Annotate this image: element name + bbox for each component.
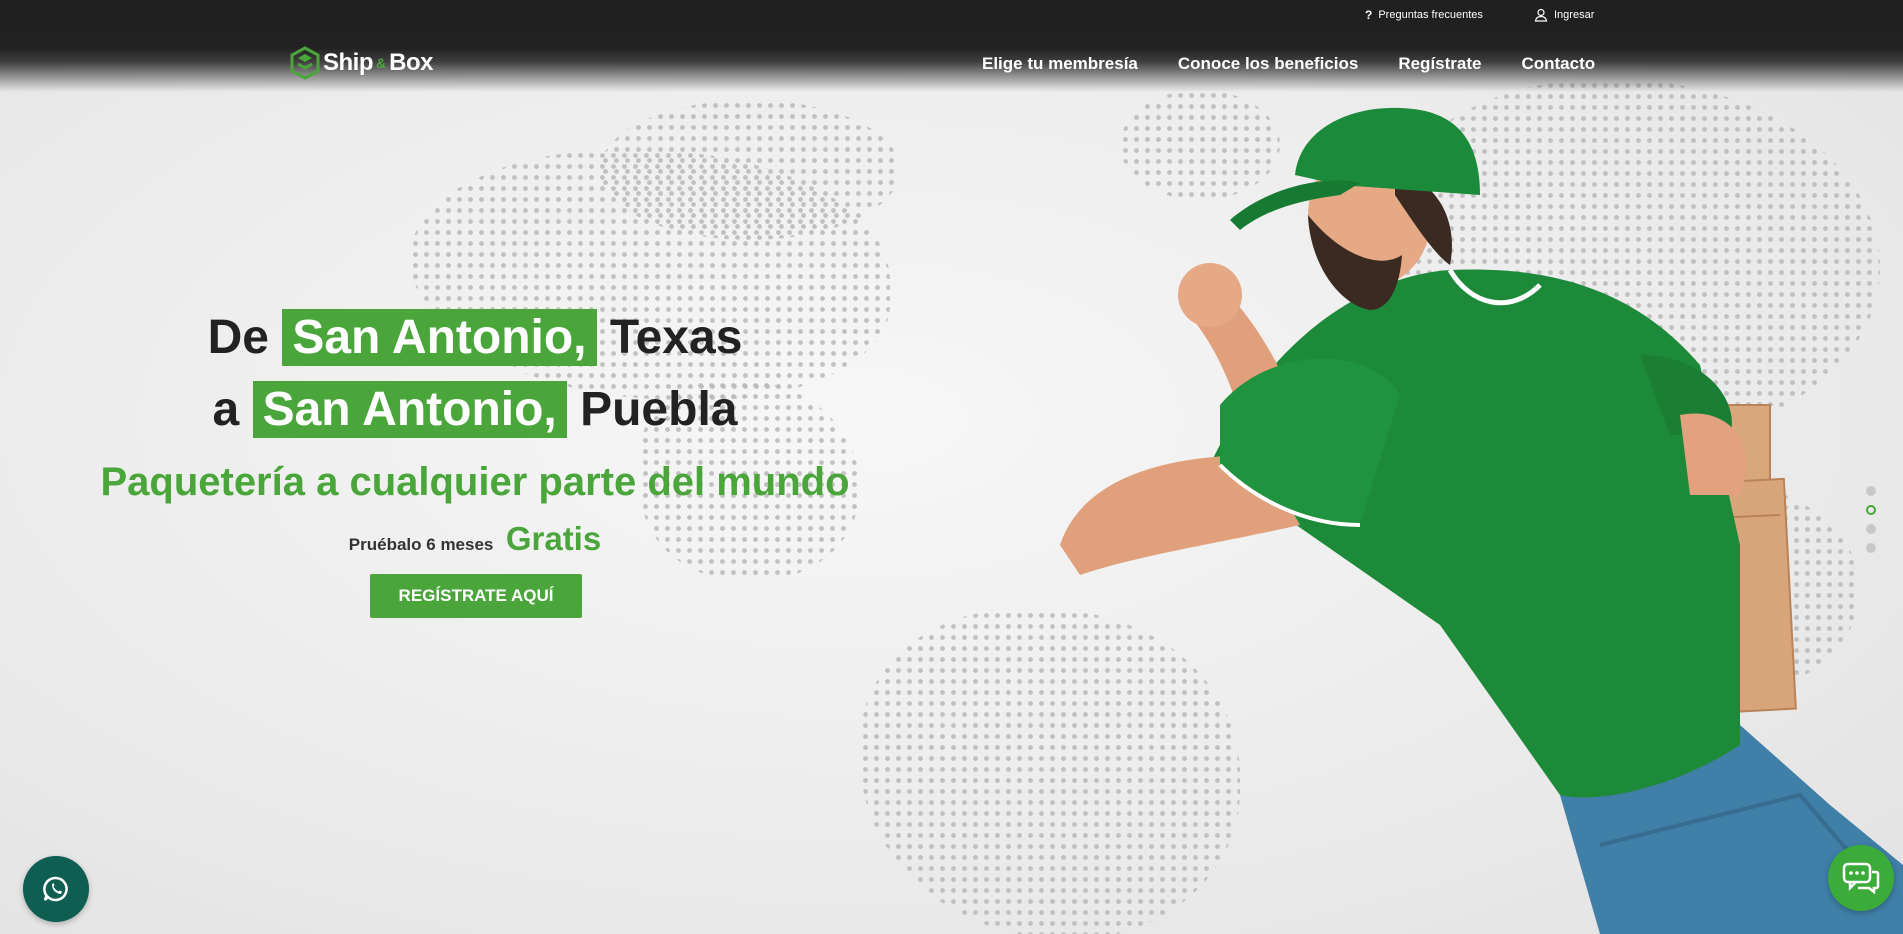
hero-section: De San Antonio, Texas a San Antonio, Pue… [0, 0, 1903, 934]
logo-text-ship: Ship [323, 49, 374, 76]
nav-item-contact[interactable]: Contacto [1521, 54, 1595, 74]
headline-1-pre: De [207, 311, 269, 364]
faq-link[interactable]: ? Preguntas frecuentes [1365, 8, 1483, 22]
whatsapp-button[interactable] [23, 856, 89, 922]
headline-2-highlight: San Antonio, [252, 381, 567, 438]
slider-dot-4[interactable] [1866, 543, 1876, 553]
trial-free-text: Gratis [505, 520, 602, 557]
nav-item-membership[interactable]: Elige tu membresía [982, 54, 1138, 74]
main-nav: Elige tu membresía Conoce los beneficios… [982, 54, 1595, 74]
chat-icon [1842, 862, 1880, 894]
slider-dot-3[interactable] [1866, 524, 1876, 534]
top-bar: ? Preguntas frecuentes Ingresar [0, 0, 1903, 92]
user-icon [1534, 8, 1548, 22]
headline-1-post: Texas [609, 311, 743, 364]
shipbox-logo[interactable]: Ship & Box [290, 46, 433, 80]
courier-illustration [1060, 107, 1903, 934]
hero-tagline: Paquetería a cualquier parte del mundo [100, 460, 850, 504]
slider-dot-1[interactable] [1866, 486, 1876, 496]
logo-text-box: Box [389, 49, 433, 76]
register-cta-button[interactable]: REGÍSTRATE AQUÍ [370, 574, 582, 618]
question-icon: ? [1365, 8, 1373, 22]
nav-item-register[interactable]: Regístrate [1398, 54, 1481, 74]
slider-pagination [1866, 486, 1876, 553]
faq-label: Preguntas frecuentes [1378, 9, 1483, 21]
whatsapp-icon [43, 876, 68, 902]
nav-item-benefits[interactable]: Conoce los beneficios [1178, 54, 1358, 74]
logo-ampersand: & [376, 55, 387, 71]
headline-1-highlight: San Antonio, [282, 309, 597, 366]
trial-offer: Pruébalo 6 meses Gratis [0, 520, 950, 558]
headline-line-1: De San Antonio, Texas [0, 309, 950, 366]
login-link[interactable]: Ingresar [1534, 8, 1594, 22]
chat-button[interactable] [1828, 845, 1894, 911]
shipbox-logo-icon [290, 46, 320, 80]
login-label: Ingresar [1554, 9, 1595, 21]
headline-2-pre: a [212, 383, 240, 436]
headline-2-post: Puebla [580, 383, 738, 436]
headline-line-2: a San Antonio, Puebla [0, 381, 950, 438]
world-map-dots [600, 100, 900, 240]
slider-dot-2[interactable] [1866, 505, 1876, 515]
trial-pre-text: Pruébalo 6 meses [348, 535, 494, 554]
